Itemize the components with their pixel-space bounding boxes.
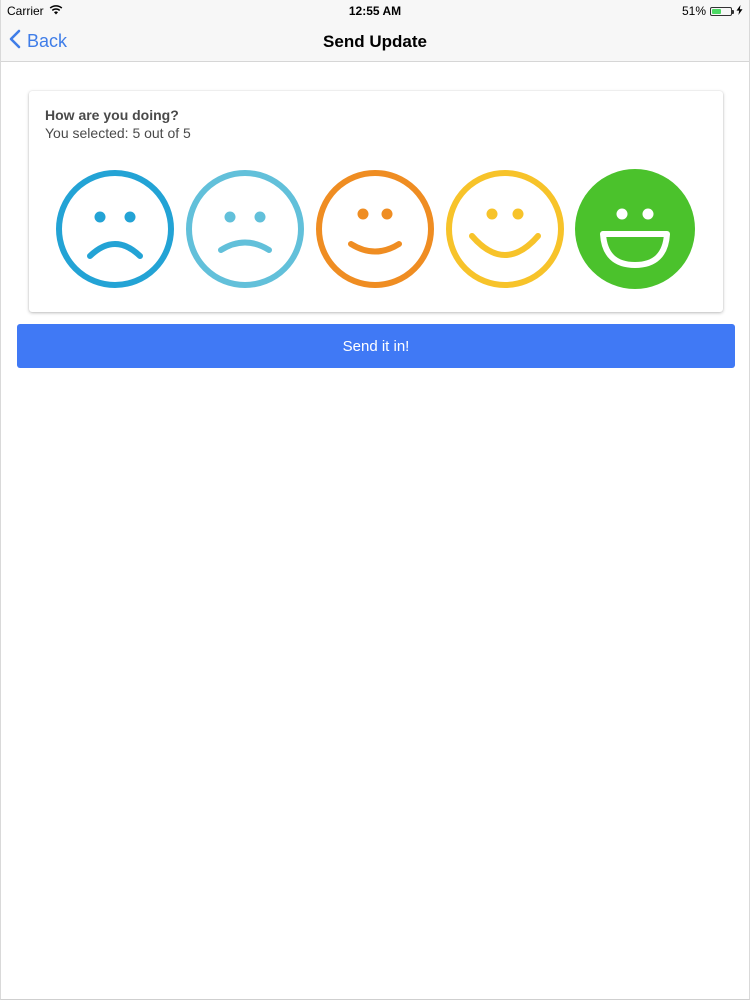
rating-option-5[interactable] [573,167,697,291]
rating-option-3[interactable] [313,167,437,291]
happy-face-icon [446,170,564,288]
mood-rating-row [53,167,703,291]
smile-face-icon [316,170,434,288]
very-sad-face-icon [56,170,174,288]
sad-face-icon [186,170,304,288]
very-happy-face-icon [575,169,695,289]
app-screen: Carrier 12:55 AM 51% Back Send Update Ho… [0,0,750,1000]
send-button[interactable]: Send it in! [17,324,735,368]
rating-option-2[interactable] [183,167,307,291]
rating-option-1[interactable] [53,167,177,291]
status-bar: Carrier 12:55 AM 51% [1,0,749,22]
mood-card: How are you doing? You selected: 5 out o… [29,91,723,312]
bolt-icon [736,4,743,18]
rating-option-4[interactable] [443,167,567,291]
battery-level-fill [712,8,721,14]
page-title: Send Update [323,32,427,51]
selection-summary: You selected: 5 out of 5 [45,125,191,141]
mood-question: How are you doing? [45,107,179,123]
status-time: 12:55 AM [348,4,402,18]
navigation-bar: Back Send Update [1,22,749,62]
status-right: 51% [682,4,743,18]
battery-icon [710,6,734,16]
battery-percent: 51% [681,4,706,18]
